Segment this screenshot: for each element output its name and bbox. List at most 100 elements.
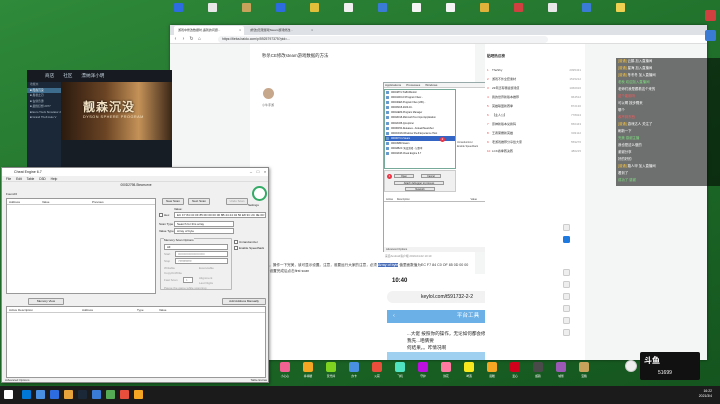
gift-icon[interactable] [510, 362, 520, 372]
value-type-select[interactable]: Array of byte [174, 228, 234, 234]
start-input[interactable]: 0000000000000000 [175, 251, 228, 257]
menu-edit[interactable]: Edit [16, 177, 22, 181]
desktop-shortcut-icon[interactable] [616, 3, 625, 12]
pause-label[interactable]: Pause the game while scanning [164, 286, 206, 290]
desktop-shortcut-icon[interactable] [378, 3, 387, 12]
desktop-shortcut-icon[interactable] [344, 3, 353, 12]
gift-icon[interactable] [303, 362, 313, 372]
app-icon[interactable] [705, 30, 716, 41]
fast-scan-label[interactable]: Fast Scan [164, 278, 178, 282]
next-scan-button[interactable]: Next Scan [188, 198, 210, 205]
gift-icon[interactable] [418, 362, 428, 372]
scan-type-select[interactable]: Search for this array [174, 221, 234, 227]
memory-region-select[interactable]: All [164, 244, 228, 250]
stop-input[interactable]: 7fffffffffffffff [175, 258, 228, 264]
gift-icon[interactable] [579, 362, 589, 372]
refresh-icon[interactable]: ↻ [188, 36, 195, 43]
hot-topic-item[interactable]: 2 游戏不外全套素材 1515212 [487, 75, 583, 83]
add-address-button[interactable]: Add Address Manually [222, 298, 266, 305]
clock[interactable]: 16:22 2021/3/4 [699, 389, 712, 399]
desktop-shortcut-icon[interactable] [242, 3, 251, 12]
menu-file[interactable]: File [6, 177, 11, 181]
desktop-shortcut-icon[interactable] [412, 3, 421, 12]
hot-topic-item[interactable]: 3 23年还有哪些游戏值 1060916 [487, 84, 583, 92]
writable-label[interactable]: Writable [164, 266, 175, 270]
copyonwrite-label[interactable]: CopyOnWrite [164, 271, 182, 275]
desktop-shortcut-icon[interactable] [310, 3, 319, 12]
menu-help[interactable]: Help [51, 177, 58, 181]
minimize-icon[interactable]: – [248, 168, 254, 176]
value-input[interactable]: EC F7 84 C0 0F 85 0D 00 00 00 8B 44 24 0… [174, 212, 266, 218]
hex-checkbox[interactable] [159, 213, 163, 217]
hot-topic-item[interactable]: 4 我的世界新版本推荐 964512 [487, 93, 583, 101]
maximize-icon[interactable]: □ [255, 168, 261, 176]
gift-icon[interactable] [395, 362, 405, 372]
taskbar-app-icon[interactable] [120, 390, 129, 399]
close-icon[interactable]: × [311, 26, 313, 35]
message-icon[interactable] [563, 236, 570, 243]
feedback-icon[interactable] [563, 317, 570, 324]
gift-icon[interactable] [487, 362, 497, 372]
browser-tab-active[interactable]: 游戏中修改数据时,遇到的问题... × [174, 26, 244, 35]
desktop-shortcut-icon[interactable] [174, 3, 183, 12]
taskbar-app-icon[interactable] [22, 390, 31, 399]
taskbar-app-icon[interactable] [92, 390, 101, 399]
undo-scan-button[interactable]: Undo Scan [226, 198, 248, 205]
last-digits-label[interactable]: Last Digits [199, 281, 213, 285]
taskbar-app-icon[interactable] [78, 390, 87, 399]
table-extras-label[interactable]: Table Extras [250, 377, 267, 383]
hot-topic-item[interactable]: 7 原神新版本兑换码 650443 [487, 120, 583, 128]
taskbar-app-icon[interactable] [64, 390, 73, 399]
avatar[interactable] [263, 88, 274, 99]
gift-icon[interactable] [533, 362, 543, 372]
desktop-shortcut-icon[interactable] [480, 3, 489, 12]
desktop-shortcut-icon[interactable] [514, 3, 523, 12]
gift-icon[interactable] [280, 362, 290, 372]
gift-icon[interactable] [326, 362, 336, 372]
home-icon[interactable]: ⌂ [196, 36, 203, 43]
advanced-options-label[interactable]: Advanced Options [5, 378, 30, 382]
desktop-shortcut-icon[interactable] [208, 3, 217, 12]
gift-icon[interactable] [464, 362, 474, 372]
share-icon[interactable] [563, 281, 570, 288]
forward-icon[interactable]: › [180, 36, 187, 43]
executable-label[interactable]: Executable [199, 266, 214, 270]
cheat-table[interactable]: Active Description Address Type Value [6, 306, 266, 378]
library-item[interactable]: ■ Grand Theft Auto V [27, 115, 61, 121]
qr-icon[interactable] [563, 293, 570, 300]
gift-icon[interactable] [349, 362, 359, 372]
nav-profile[interactable]: 漂纳泽小明 [81, 73, 104, 78]
gift-icon[interactable] [556, 362, 566, 372]
report-icon[interactable] [563, 269, 570, 276]
sign-icon[interactable] [563, 224, 570, 231]
hot-topic-item[interactable]: 9 老游戏推荐分享给大家 559276 [487, 138, 583, 146]
nav-community[interactable]: 社区 [63, 73, 72, 78]
back-icon[interactable]: ‹ [172, 36, 179, 43]
app-icon[interactable] [705, 10, 716, 21]
taskbar-app-icon[interactable] [36, 390, 45, 399]
hot-topic-item[interactable]: 5 英雄联盟新赛季 872130 [487, 102, 583, 110]
nav-store[interactable]: 商店 [45, 73, 54, 78]
unrandomizer-checkbox[interactable] [234, 240, 238, 244]
alignment-label[interactable]: Alignment [199, 276, 212, 280]
close-icon[interactable]: × [239, 26, 241, 35]
menu-table[interactable]: Table [27, 177, 35, 181]
desktop-shortcut-icon[interactable] [276, 3, 285, 12]
gift-icon[interactable] [372, 362, 382, 372]
address-input[interactable]: https://tieba.baidu.com/p/5925797375?pid… [218, 36, 548, 43]
taskbar-app-icon[interactable] [50, 390, 59, 399]
taskbar-app-icon[interactable] [106, 390, 115, 399]
hot-topic-item[interactable]: 8 王者荣耀新英雄 603112 [487, 129, 583, 137]
app-icon[interactable] [563, 305, 570, 312]
settings-label[interactable]: Settings [248, 203, 259, 207]
desktop-shortcut-icon[interactable] [548, 3, 557, 12]
new-scan-button[interactable]: New Scan [162, 198, 184, 205]
scroll-top-button[interactable] [625, 360, 637, 372]
gift-icon[interactable] [441, 362, 451, 372]
desktop-shortcut-icon[interactable] [446, 3, 455, 12]
start-icon[interactable] [4, 390, 13, 399]
memory-view-button[interactable]: Memory View [28, 298, 64, 305]
top-icon[interactable] [563, 329, 570, 336]
hot-topic-item[interactable]: 1 TheShy 2095431 [487, 66, 583, 74]
menu-d3d[interactable]: D3D [39, 177, 45, 181]
